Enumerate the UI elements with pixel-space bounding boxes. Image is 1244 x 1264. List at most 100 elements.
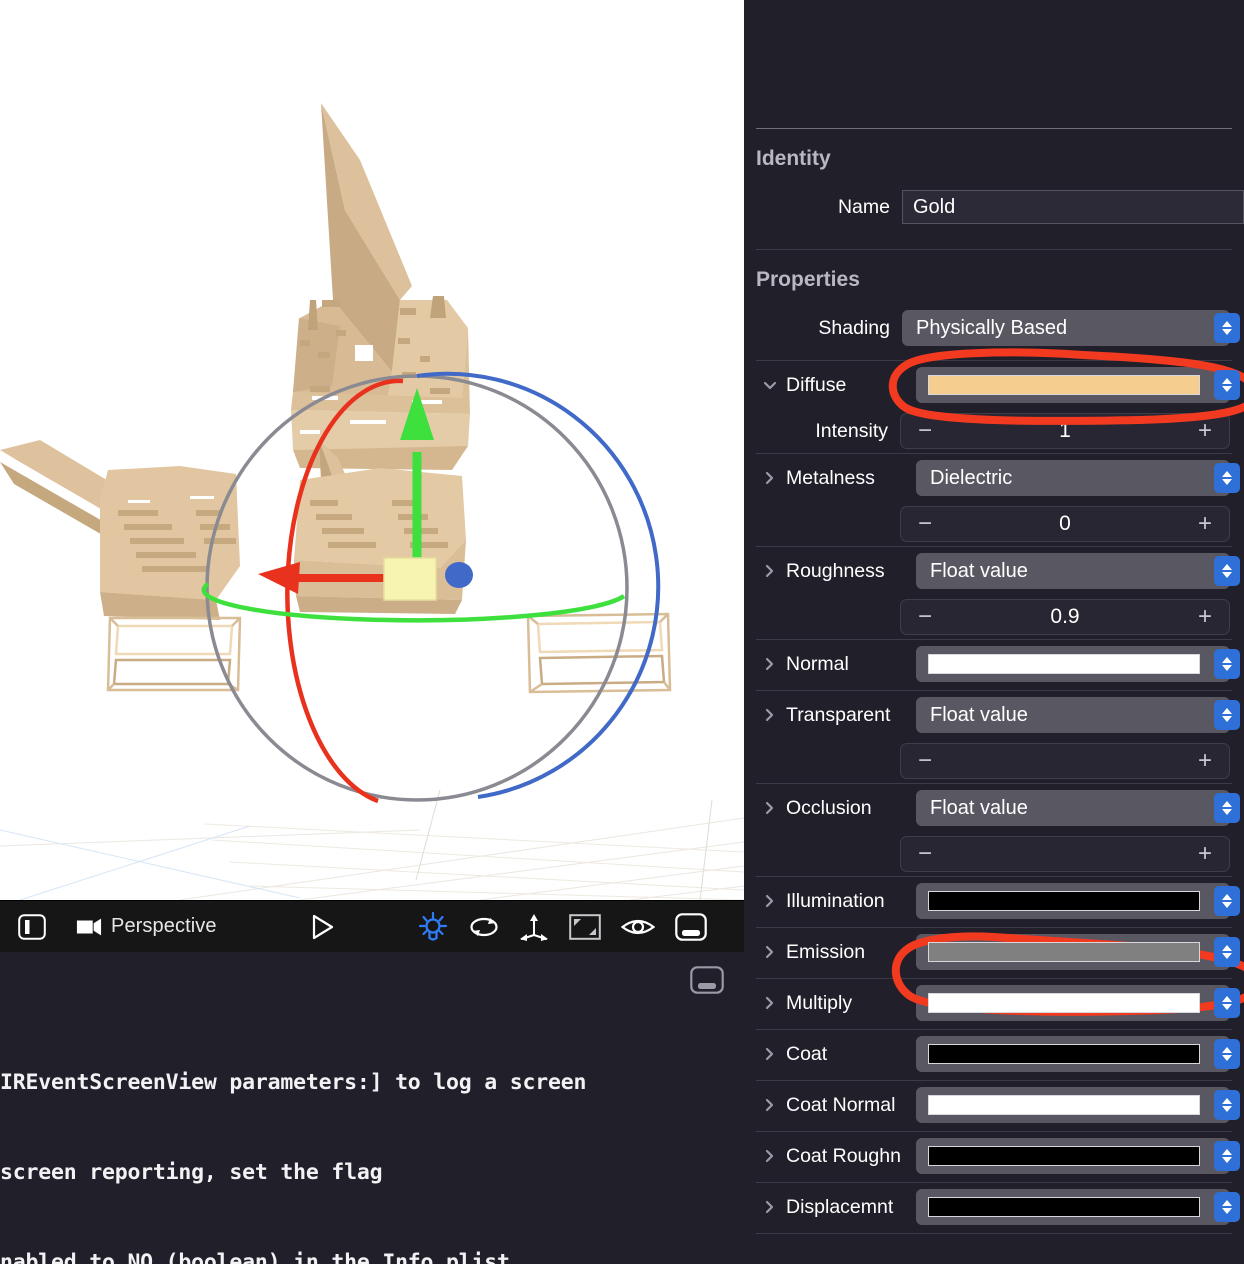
chevron-right-icon[interactable]: [760, 563, 780, 579]
chevron-updown-icon[interactable]: [1214, 937, 1240, 967]
color-swatch[interactable]: [928, 1095, 1200, 1115]
property-row-coat: Coat: [744, 1030, 1244, 1078]
scene-render: [0, 103, 744, 900]
chevron-updown-icon[interactable]: [1214, 649, 1240, 679]
color-swatch[interactable]: [928, 891, 1200, 911]
chevron-updown-icon[interactable]: [1214, 1090, 1240, 1120]
numeric-value: 1: [1059, 419, 1071, 442]
property-value-stepper-row: − +: [744, 739, 1244, 783]
play-icon[interactable]: [305, 912, 339, 942]
property-row-coat-roughn: Coat Roughn: [744, 1132, 1244, 1180]
numeric-stepper[interactable]: − +: [900, 836, 1230, 872]
shading-select-value: Physically Based: [916, 316, 1068, 339]
lightbulb-icon[interactable]: [417, 911, 449, 943]
chevron-right-icon[interactable]: [760, 1148, 780, 1164]
property-label: Normal: [786, 652, 849, 675]
property-label: Multiply: [786, 991, 853, 1014]
image-icon[interactable]: [568, 913, 601, 940]
name-input[interactable]: Gold: [902, 190, 1244, 224]
ground-grid: [0, 789, 744, 900]
decrement-button[interactable]: −: [905, 842, 945, 866]
chevron-updown-icon[interactable]: [1214, 1141, 1240, 1171]
property-control[interactable]: [916, 1189, 1240, 1225]
property-label: Diffuse: [786, 373, 847, 396]
property-row: Normal: [744, 640, 1244, 691]
decrement-button[interactable]: −: [905, 749, 945, 773]
toolbar-right-group: [417, 911, 707, 943]
chevron-updown-icon[interactable]: [1214, 988, 1240, 1018]
numeric-value: 0: [1059, 512, 1071, 535]
properties-section-title: Properties: [756, 268, 860, 291]
numeric-value: 0.9: [1050, 605, 1080, 628]
chevron-right-icon[interactable]: [760, 470, 780, 486]
chevron-down-icon[interactable]: [760, 377, 780, 393]
property-control[interactable]: Dielectric: [916, 460, 1240, 496]
transform-gizmo: [201, 371, 661, 804]
property-control[interactable]: [916, 1036, 1240, 1072]
chevron-right-icon[interactable]: [760, 707, 780, 723]
chevron-right-icon[interactable]: [760, 995, 780, 1011]
property-label: Roughness: [786, 559, 885, 582]
scene-viewport[interactable]: [0, 0, 744, 900]
debug-console[interactable]: IREventScreenView parameters:] to log a …: [0, 952, 744, 1264]
chevron-updown-icon[interactable]: [1214, 886, 1240, 916]
numeric-stepper[interactable]: − +: [900, 743, 1230, 779]
console-toggle-icon[interactable]: [690, 966, 724, 994]
numeric-stepper[interactable]: −1 +: [900, 413, 1230, 449]
chevron-right-icon[interactable]: [760, 893, 780, 909]
property-row-diffuse: Diffuse: [744, 361, 1244, 409]
chevron-updown-icon[interactable]: [1214, 313, 1240, 343]
color-swatch[interactable]: [928, 1197, 1200, 1217]
property-control[interactable]: [916, 985, 1240, 1021]
property-control[interactable]: [916, 1138, 1240, 1174]
color-swatch[interactable]: [928, 1146, 1200, 1166]
shading-label: Shading: [818, 316, 890, 339]
property-control[interactable]: [916, 646, 1240, 682]
chevron-right-icon[interactable]: [760, 1097, 780, 1113]
color-swatch[interactable]: [928, 654, 1200, 674]
chevron-updown-icon[interactable]: [1214, 793, 1240, 823]
eye-icon[interactable]: [620, 914, 655, 940]
color-swatch[interactable]: [928, 375, 1200, 395]
bottom-panel-icon[interactable]: [674, 912, 707, 941]
color-swatch[interactable]: [928, 942, 1200, 962]
chevron-updown-icon[interactable]: [1214, 700, 1240, 730]
property-row: Coat Roughn: [744, 1132, 1244, 1183]
numeric-stepper[interactable]: −0 +: [900, 506, 1230, 542]
chevron-right-icon[interactable]: [760, 944, 780, 960]
chevron-updown-icon[interactable]: [1214, 1192, 1240, 1222]
property-control[interactable]: Float value: [916, 553, 1240, 589]
chevron-right-icon[interactable]: [760, 800, 780, 816]
property-row-coat-normal: Coat Normal: [744, 1081, 1244, 1129]
color-swatch[interactable]: [928, 1044, 1200, 1064]
chevron-updown-icon[interactable]: [1214, 463, 1240, 493]
property-row: Multiply: [744, 979, 1244, 1030]
chevron-right-icon[interactable]: [760, 1046, 780, 1062]
property-control[interactable]: [916, 1087, 1240, 1123]
property-control[interactable]: Float value: [916, 697, 1240, 733]
increment-button[interactable]: +: [1185, 842, 1225, 866]
color-swatch[interactable]: [928, 993, 1200, 1013]
property-label: Metalness: [786, 466, 875, 489]
material-inspector-panel: Identity Name Gold Properties Shading Ph…: [744, 0, 1244, 1264]
loop-icon[interactable]: [469, 915, 499, 939]
increment-button[interactable]: +: [1185, 749, 1225, 773]
chevron-updown-icon[interactable]: [1214, 1039, 1240, 1069]
camera-mode-label[interactable]: Perspective: [111, 915, 217, 938]
chevron-right-icon[interactable]: [760, 1199, 780, 1215]
property-control[interactable]: [916, 367, 1240, 403]
property-control[interactable]: Float value: [916, 790, 1240, 826]
chevron-updown-icon[interactable]: [1214, 370, 1240, 400]
axis-gizmo-icon[interactable]: [519, 913, 549, 941]
property-control[interactable]: [916, 883, 1240, 919]
sidebar-toggle-icon[interactable]: [16, 912, 48, 942]
property-row: Emission: [744, 928, 1244, 979]
chevron-right-icon[interactable]: [760, 656, 780, 672]
property-value-stepper-row: −0.9 +: [744, 595, 1244, 639]
shading-select[interactable]: Physically Based: [902, 310, 1240, 346]
property-control[interactable]: [916, 934, 1240, 970]
numeric-stepper[interactable]: −0.9 +: [900, 599, 1230, 635]
property-row-multiply: Multiply: [744, 979, 1244, 1027]
property-label: Coat: [786, 1042, 828, 1065]
chevron-updown-icon[interactable]: [1214, 556, 1240, 586]
